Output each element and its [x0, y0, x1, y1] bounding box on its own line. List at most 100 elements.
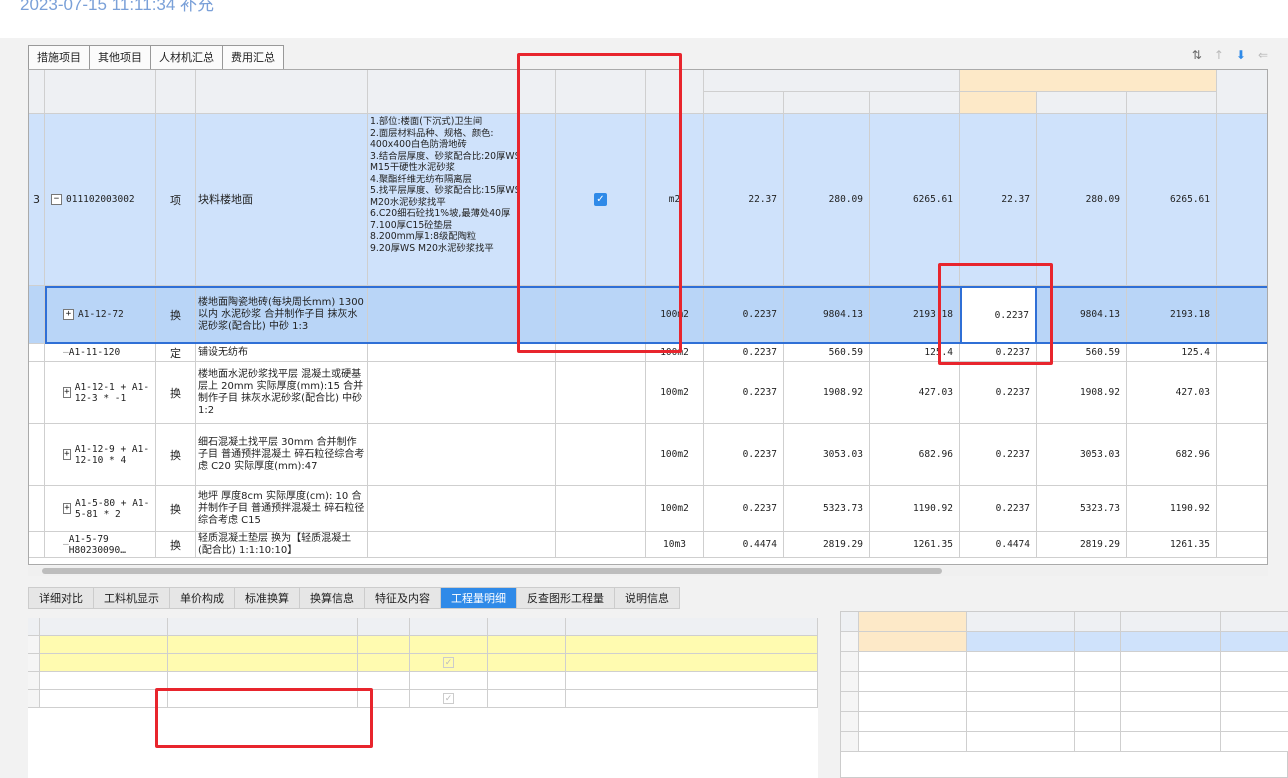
var-row-0-formula[interactable] [1121, 632, 1221, 652]
var-row-5-name[interactable] [859, 732, 967, 752]
var-row-3-name[interactable] [859, 692, 967, 712]
detail-row-0-accum[interactable] [410, 636, 488, 654]
var-row-1-unit[interactable] [1075, 652, 1121, 672]
row-1-a_price[interactable]: 9804.13 [1037, 286, 1127, 344]
row-5-a_qty[interactable]: 0.2237 [960, 486, 1037, 532]
row-4-a_total[interactable]: 682.96 [1127, 424, 1217, 486]
row-6-feature[interactable] [368, 532, 556, 558]
row-3-unit[interactable]: 100m2 [646, 362, 704, 424]
row-3-name[interactable]: 楼地面水泥砂浆找平层 混凝土或硬基层上 20mm 实际厚度(mm):15 合并制… [196, 362, 368, 424]
row-6-a_price[interactable]: 2819.29 [1037, 532, 1127, 558]
detail-row-3-ref[interactable] [488, 690, 566, 708]
row-6-a_total[interactable]: 1261.35 [1127, 532, 1217, 558]
row-5-type[interactable]: 换 [156, 486, 196, 532]
var-row-2-unit[interactable] [1075, 672, 1121, 692]
row-2-code[interactable]: — A1-11-120 [45, 344, 156, 362]
row-4-s_total[interactable]: 682.96 [870, 424, 960, 486]
row-2-a_total[interactable]: 125.4 [1127, 344, 1217, 362]
row-4-s_price[interactable]: 3053.03 [784, 424, 870, 486]
bottom-tab-4[interactable]: 换算信息 [299, 587, 365, 609]
row-1-code[interactable]: + A1-12-72 [45, 286, 156, 344]
detail-row-0-note[interactable] [566, 636, 818, 654]
row-5-a_total[interactable]: 1190.92 [1127, 486, 1217, 532]
sort-icon[interactable]: ⇅ [1192, 48, 1202, 62]
row-5-s_total[interactable]: 1190.92 [870, 486, 960, 532]
row-0-a_qty[interactable]: 22.37 [960, 114, 1037, 286]
row-0-a_price[interactable]: 280.09 [1037, 114, 1127, 286]
row-2-feature[interactable] [368, 344, 556, 362]
row-1-lock[interactable] [556, 286, 646, 344]
bottom-tab-3[interactable]: 标准换算 [234, 587, 300, 609]
detail-row-3-note[interactable] [566, 690, 818, 708]
bottom-tab-2[interactable]: 单价构成 [169, 587, 235, 609]
row-4-code[interactable]: + A1-12-9 + A1-12-10 * 4 [45, 424, 156, 486]
bottom-tab-5[interactable]: 特征及内容 [364, 587, 441, 609]
row-1-s_price[interactable]: 9804.13 [784, 286, 870, 344]
row-6-no[interactable] [29, 532, 45, 558]
row-4-name[interactable]: 细石混凝土找平层 30mm 合并制作子目 普通预拌混凝土 碎石粒径综合考虑 C2… [196, 424, 368, 486]
row-1-name[interactable]: 楼地面陶瓷地砖(每块周长mm) 1300以内 水泥砂浆 合并制作子目 抹灰水泥砂… [196, 286, 368, 344]
row-3-s_price[interactable]: 1908.92 [784, 362, 870, 424]
var-row-0-desc[interactable] [967, 632, 1075, 652]
var-row-4-desc[interactable] [967, 712, 1075, 732]
expand-icon[interactable]: + [63, 449, 71, 460]
row-3-type[interactable]: 换 [156, 362, 196, 424]
row-5-s_qty[interactable]: 0.2237 [704, 486, 784, 532]
var-row-3-unit[interactable] [1075, 692, 1121, 712]
var-row-3-val[interactable] [1221, 692, 1288, 712]
row-2-unit[interactable]: 100m2 [646, 344, 704, 362]
detail-row-2-formula[interactable] [168, 672, 358, 690]
row-1-a_total[interactable]: 2193.18 [1127, 286, 1217, 344]
row-6-name[interactable]: 轻质混凝土垫层 换为【轻质混凝土(配合比) 1:1:10:10】 [196, 532, 368, 558]
var-row-4-unit[interactable] [1075, 712, 1121, 732]
row-6-cut[interactable] [1217, 532, 1267, 558]
row-1-type[interactable]: 换 [156, 286, 196, 344]
arrow-down-icon[interactable]: ⬇ [1236, 48, 1246, 62]
var-row-4-formula[interactable] [1121, 712, 1221, 732]
var-row-5-val[interactable] [1221, 732, 1288, 752]
row-3-a_price[interactable]: 1908.92 [1037, 362, 1127, 424]
row-2-lock[interactable] [556, 344, 646, 362]
row-2-a_price[interactable]: 560.59 [1037, 344, 1127, 362]
row-5-no[interactable] [29, 486, 45, 532]
row-2-a_qty[interactable]: 0.2237 [960, 344, 1037, 362]
expand-icon[interactable]: + [63, 503, 71, 514]
detail-row-1-name[interactable] [40, 654, 168, 672]
detail-row-2-accum[interactable] [410, 672, 488, 690]
var-row-0-name[interactable] [859, 632, 967, 652]
row-0-s_qty[interactable]: 22.37 [704, 114, 784, 286]
row-2-s_total[interactable]: 125.4 [870, 344, 960, 362]
expand-icon[interactable]: + [63, 387, 71, 398]
row-1-unit[interactable]: 100m2 [646, 286, 704, 344]
row-6-a_qty[interactable]: 0.4474 [960, 532, 1037, 558]
row-2-no[interactable] [29, 344, 45, 362]
var-row-0-val[interactable] [1221, 632, 1288, 652]
row-5-unit[interactable]: 100m2 [646, 486, 704, 532]
accumulate-checkbox[interactable]: ✓ [443, 657, 454, 668]
var-row-3-formula[interactable] [1121, 692, 1221, 712]
var-row-2-val[interactable] [1221, 672, 1288, 692]
row-6-type[interactable]: 换 [156, 532, 196, 558]
row-3-feature[interactable] [368, 362, 556, 424]
row-4-a_price[interactable]: 3053.03 [1037, 424, 1127, 486]
row-1-s_total[interactable]: 2193.18 [870, 286, 960, 344]
detail-row-2-note[interactable] [566, 672, 818, 690]
bottom-tab-7[interactable]: 反查图形工程量 [516, 587, 615, 609]
scroll-thumb[interactable] [42, 568, 942, 574]
var-row-4-name[interactable] [859, 712, 967, 732]
detail-row-0-formula[interactable] [168, 636, 358, 654]
row-4-unit[interactable]: 100m2 [646, 424, 704, 486]
row-3-s_total[interactable]: 427.03 [870, 362, 960, 424]
row-0-unit[interactable]: m2 [646, 114, 704, 286]
row-5-name[interactable]: 地坪 厚度8cm 实际厚度(cm): 10 合并制作子目 普通预拌混凝土 碎石粒… [196, 486, 368, 532]
detail-row-3-name[interactable] [40, 690, 168, 708]
row-3-no[interactable] [29, 362, 45, 424]
row-0-s_price[interactable]: 280.09 [784, 114, 870, 286]
row-0-a_total[interactable]: 6265.61 [1127, 114, 1217, 286]
row-2-type[interactable]: 定 [156, 344, 196, 362]
row-0-code[interactable]: −011102003002 [45, 114, 156, 286]
var-row-5-formula[interactable] [1121, 732, 1221, 752]
var-row-1-formula[interactable] [1121, 652, 1221, 672]
row-3-lock[interactable] [556, 362, 646, 424]
row-4-no[interactable] [29, 424, 45, 486]
